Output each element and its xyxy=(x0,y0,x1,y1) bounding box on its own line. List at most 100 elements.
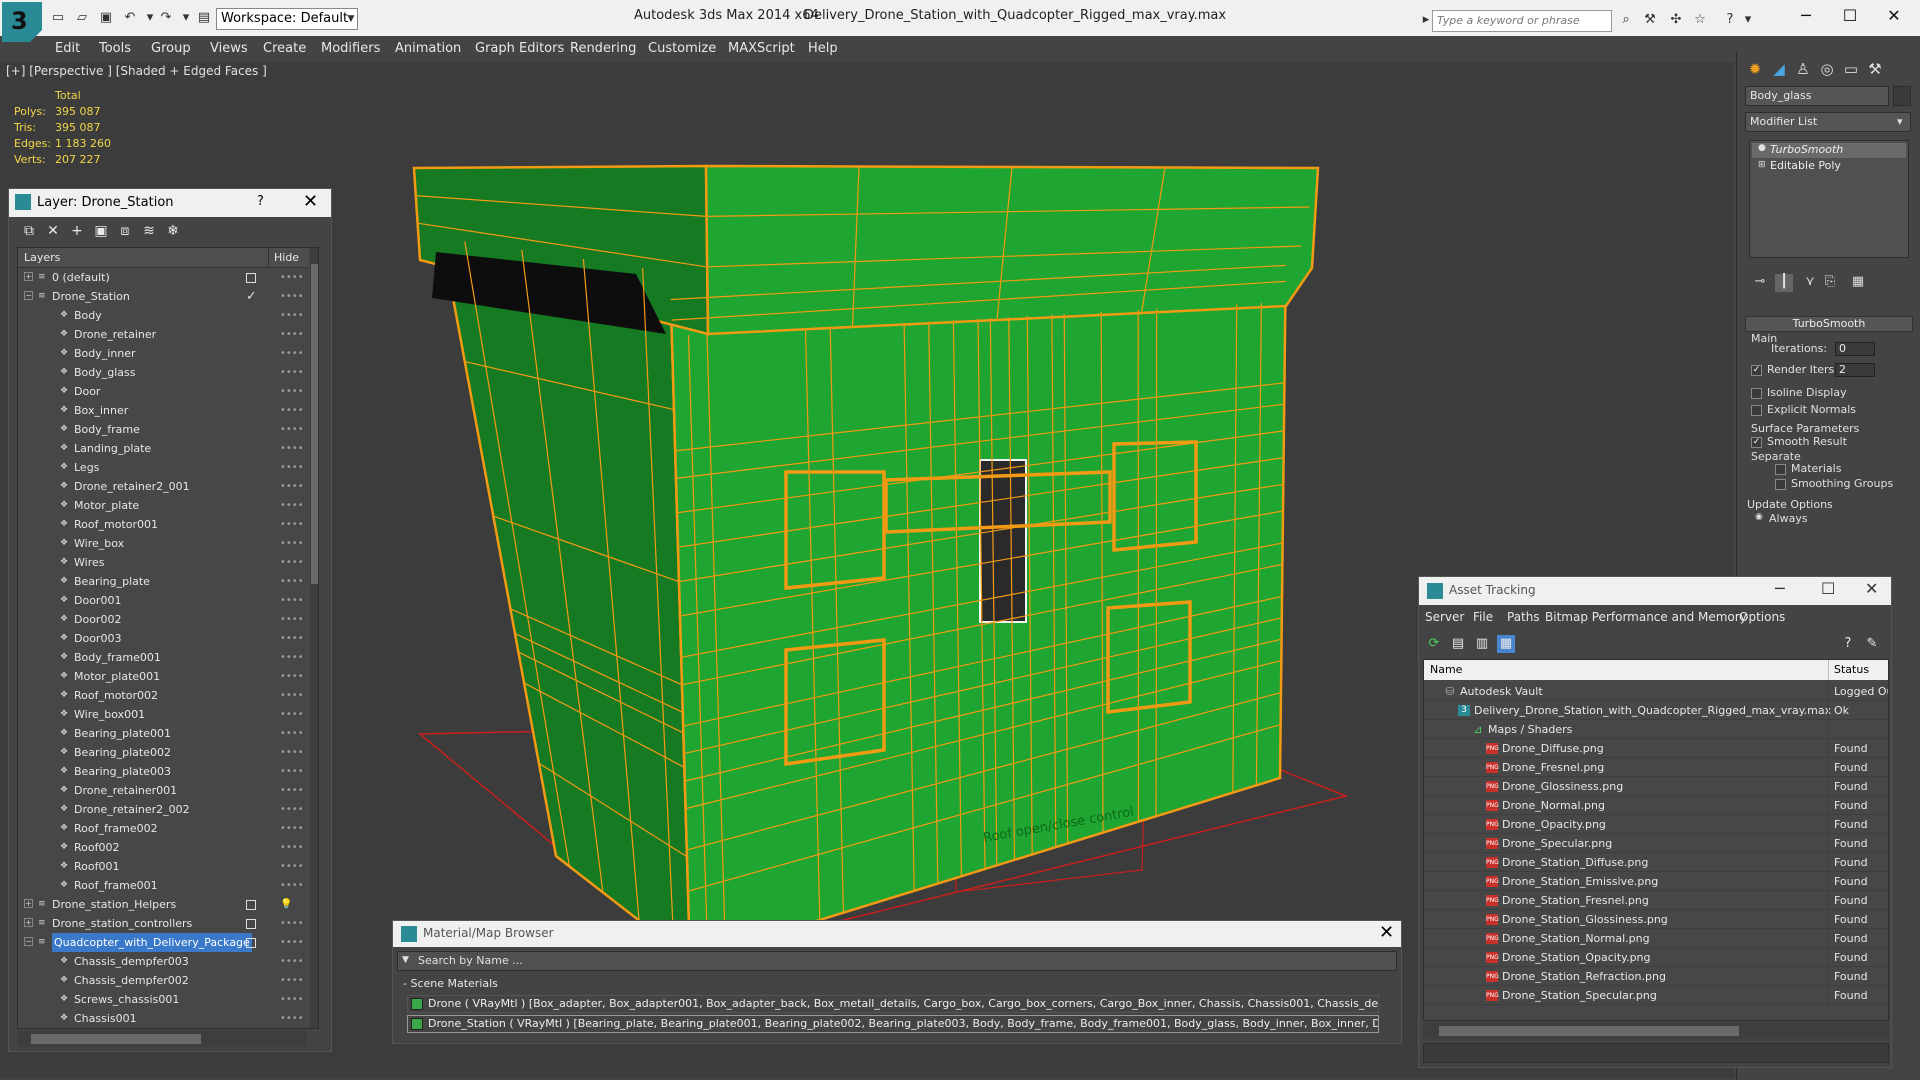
asset-row[interactable]: PNG Drone_Station_Emissive.png Found xyxy=(1424,872,1888,891)
layer-stack-icon[interactable]: ⧉ xyxy=(19,222,39,240)
object-color-swatch[interactable] xyxy=(1893,86,1911,106)
highlight-layer-icon[interactable]: ⧈ xyxy=(115,222,135,240)
object-row[interactable]: ❖ Drone_retainer2_001 •••• xyxy=(18,477,308,496)
viewport-label[interactable]: [+] [Perspective ] [Shaded + Edged Faces… xyxy=(6,64,267,78)
stack-item-turbosmooth[interactable]: TurboSmooth xyxy=(1752,143,1906,158)
subscription-icon[interactable]: ⚒ xyxy=(1642,12,1658,28)
open-file-icon[interactable]: ▱ xyxy=(74,10,90,26)
object-row[interactable]: ❖ Door003 •••• xyxy=(18,629,308,648)
minimize-icon[interactable]: ─ xyxy=(1775,579,1785,598)
light-bulb-icon[interactable]: 💡 xyxy=(280,895,292,914)
hide-toggle[interactable]: •••• xyxy=(280,876,304,895)
smooth-result-checkbox[interactable]: ✓ xyxy=(1751,437,1762,448)
current-layer-toggle[interactable] xyxy=(246,273,256,283)
favorites-star-icon[interactable]: ☆ xyxy=(1692,12,1708,28)
hide-toggle[interactable]: •••• xyxy=(280,1009,304,1028)
maximize-icon[interactable]: ☐ xyxy=(1830,4,1870,28)
isoline-checkbox[interactable] xyxy=(1751,388,1762,399)
explicit-normals-checkbox[interactable] xyxy=(1751,405,1762,416)
current-layer-toggle[interactable] xyxy=(246,900,256,910)
hide-toggle[interactable]: •••• xyxy=(280,933,304,952)
binoculars-icon[interactable]: ⌕ xyxy=(1618,12,1634,28)
new-file-icon[interactable]: ▭ xyxy=(50,10,66,26)
hide-toggle[interactable]: •••• xyxy=(280,401,304,420)
undo-dropdown-icon[interactable]: ▾ xyxy=(142,10,158,26)
save-file-icon[interactable]: ▣ xyxy=(98,10,114,26)
hide-toggle[interactable]: •••• xyxy=(280,382,304,401)
configure-sets-icon[interactable]: ▦ xyxy=(1849,274,1867,292)
motion-tab-icon[interactable]: ◎ xyxy=(1815,58,1839,80)
close-icon[interactable]: ✕ xyxy=(1874,4,1914,28)
hide-toggle[interactable]: •••• xyxy=(280,363,304,382)
asset-row[interactable]: PNG Drone_Station_Diffuse.png Found xyxy=(1424,853,1888,872)
menu-help[interactable]: Help xyxy=(808,41,838,56)
asset-row[interactable]: PNG Drone_Normal.png Found xyxy=(1424,796,1888,815)
object-row[interactable]: ❖ Wires •••• xyxy=(18,553,308,572)
help-dropdown-icon[interactable]: ▾ xyxy=(1740,12,1756,28)
menu-views[interactable]: Views xyxy=(210,41,248,56)
help-icon[interactable]: ? xyxy=(1722,12,1738,28)
hide-toggle[interactable]: •••• xyxy=(280,553,304,572)
make-unique-icon[interactable]: ⋎ xyxy=(1801,274,1819,292)
create-tab-icon[interactable]: ✹ xyxy=(1743,58,1767,80)
hide-toggle[interactable]: •••• xyxy=(280,477,304,496)
hide-toggle[interactable]: •••• xyxy=(280,838,304,857)
search-input[interactable]: Type a keyword or phrase xyxy=(1432,10,1612,32)
hide-toggle[interactable]: •••• xyxy=(280,439,304,458)
object-row[interactable]: ❖ Drone_retainer2_002 •••• xyxy=(18,800,308,819)
hide-toggle[interactable]: •••• xyxy=(280,458,304,477)
hierarchy-tab-icon[interactable]: ♙ xyxy=(1791,58,1815,80)
layer-row[interactable]: + ≡ 0 (default) •••• xyxy=(18,268,308,287)
chevron-down-icon[interactable]: ▼ xyxy=(343,8,359,30)
scroll-thumb[interactable] xyxy=(31,1034,201,1044)
hide-toggle[interactable]: •••• xyxy=(280,952,304,971)
close-icon[interactable]: ✕ xyxy=(303,191,318,212)
object-row[interactable]: ❖ Bearing_plate003 •••• xyxy=(18,762,308,781)
object-row[interactable]: ❖ Bearing_plate002 •••• xyxy=(18,743,308,762)
object-row[interactable]: ❖ Body_frame •••• xyxy=(18,420,308,439)
hide-toggle[interactable]: •••• xyxy=(280,515,304,534)
add-layer-icon[interactable]: + xyxy=(67,222,87,240)
object-name-field[interactable]: Body_glass xyxy=(1745,86,1889,106)
delete-layer-icon[interactable]: ✕ xyxy=(43,222,63,240)
layer-row[interactable]: − ≡ Drone_Station ✓ •••• xyxy=(18,287,308,306)
material-browser-titlebar[interactable]: Material/Map Browser ✕ xyxy=(393,921,1401,947)
menu-graph-editors[interactable]: Graph Editors xyxy=(475,41,564,56)
hide-toggle[interactable]: •••• xyxy=(280,781,304,800)
menu-paths[interactable]: Paths xyxy=(1507,610,1540,624)
expand-icon[interactable]: + xyxy=(24,918,33,927)
asset-table[interactable]: Name Status ⛁ Autodesk Vault Logged Ou 3 Del… xyxy=(1423,659,1889,1021)
menu-rendering[interactable]: Rendering xyxy=(570,41,636,56)
object-row[interactable]: ❖ Chassis_dempfer002 •••• xyxy=(18,971,308,990)
expand-icon[interactable]: + xyxy=(24,899,33,908)
col-layers[interactable]: Layers xyxy=(24,251,60,264)
collapse-icon[interactable]: − xyxy=(24,937,33,946)
rollout-turbosmooth[interactable]: TurboSmooth xyxy=(1745,316,1913,332)
asset-row[interactable]: ⛁ Autodesk Vault Logged Ou xyxy=(1424,682,1888,701)
context-help-icon[interactable]: ✎ xyxy=(1863,635,1881,653)
display-tab-icon[interactable]: ▭ xyxy=(1839,58,1863,80)
asset-row[interactable]: PNG Drone_Specular.png Found xyxy=(1424,834,1888,853)
undo-icon[interactable]: ↶ xyxy=(122,10,138,26)
asset-row[interactable]: PNG Drone_Station_Refraction.png Found xyxy=(1424,967,1888,986)
asset-horizontal-scrollbar[interactable] xyxy=(1423,1023,1889,1039)
object-row[interactable]: ❖ Chassis001 •••• xyxy=(18,1009,308,1028)
maximize-icon[interactable]: ☐ xyxy=(1821,579,1835,598)
scroll-thumb[interactable] xyxy=(311,264,318,584)
hide-toggle[interactable]: •••• xyxy=(280,705,304,724)
layer-row[interactable]: + ≡ Drone_station_Helpers 💡 xyxy=(18,895,308,914)
object-row[interactable]: ❖ Drone_retainer001 •••• xyxy=(18,781,308,800)
smoothing-groups-checkbox[interactable] xyxy=(1775,479,1786,490)
hide-toggle[interactable]: •••• xyxy=(280,534,304,553)
utilities-tab-icon[interactable]: ⚒ xyxy=(1863,58,1887,80)
hide-toggle[interactable]: •••• xyxy=(280,819,304,838)
expand-icon[interactable]: ⊞ xyxy=(1758,160,1766,170)
hide-toggle[interactable]: •••• xyxy=(280,990,304,1009)
hide-toggle[interactable]: •••• xyxy=(280,800,304,819)
hide-layers-icon[interactable]: ≋ xyxy=(139,222,159,240)
asset-row[interactable]: PNG Drone_Station_Glossiness.png Found xyxy=(1424,910,1888,929)
column-divider[interactable] xyxy=(1828,660,1829,680)
menu-tools[interactable]: Tools xyxy=(99,41,131,56)
project-folder-icon[interactable]: ▤ xyxy=(196,10,212,26)
collapse-icon[interactable]: − xyxy=(24,291,33,300)
